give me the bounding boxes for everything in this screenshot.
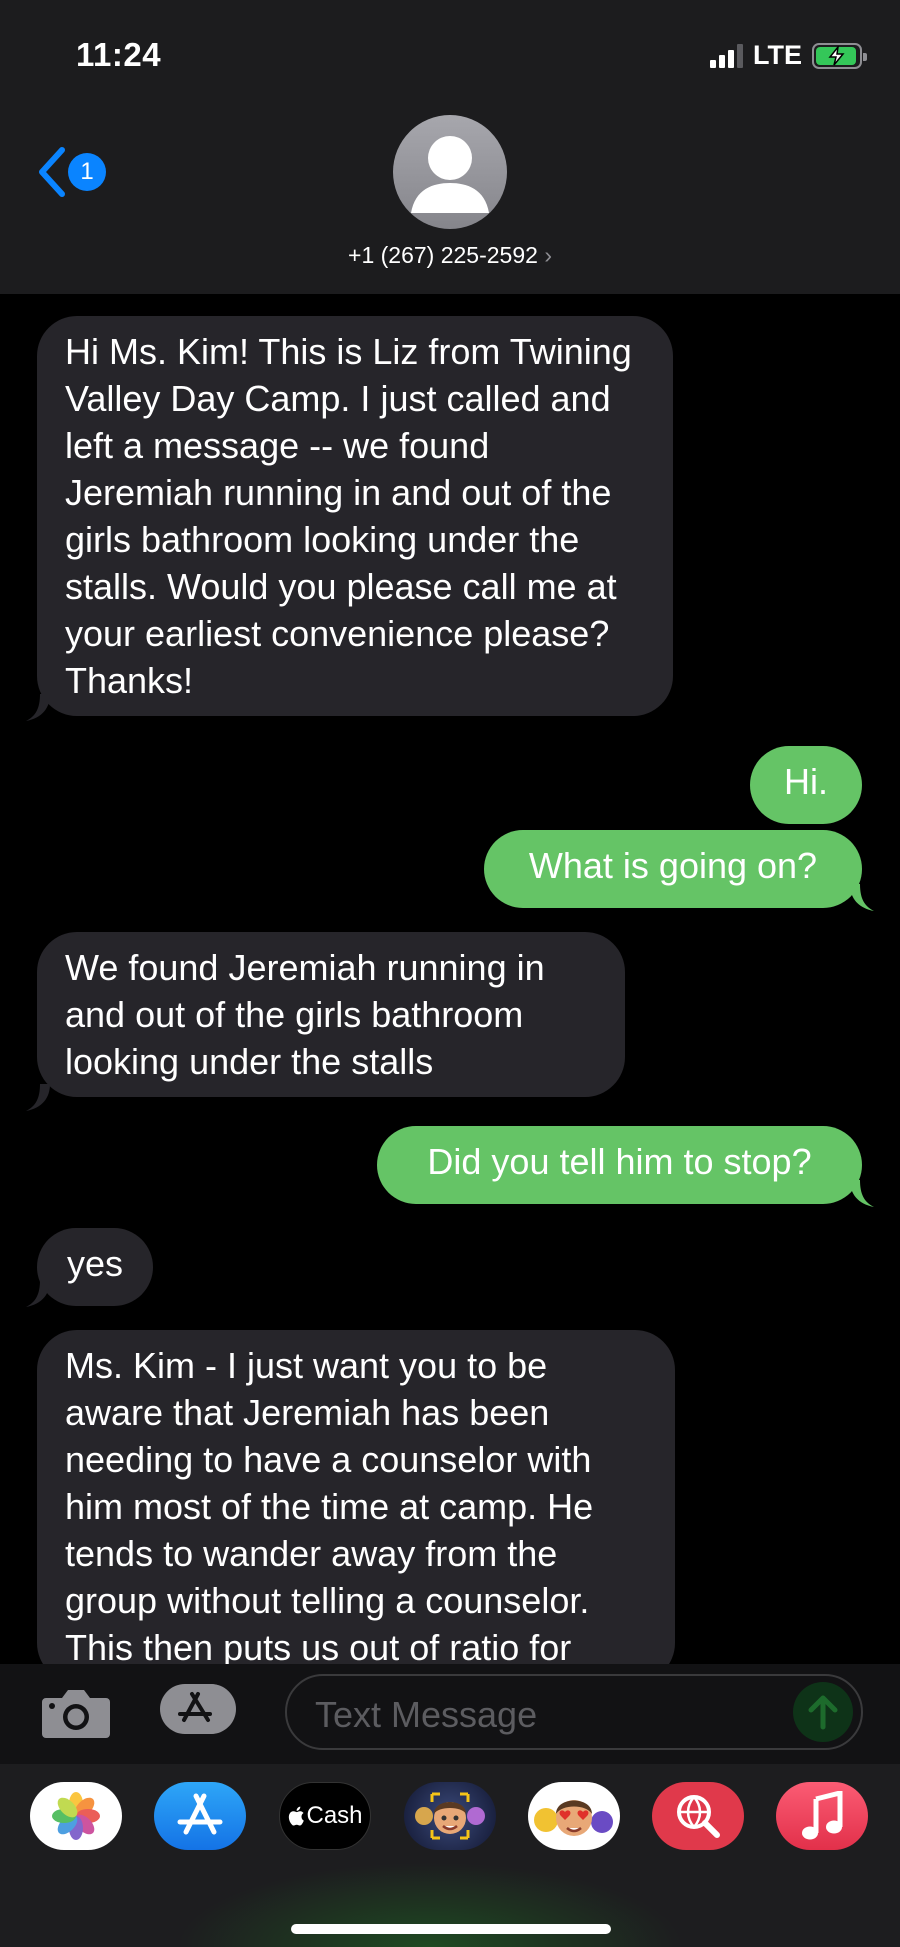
bubble-tail: [26, 694, 50, 721]
imessage-app-drawer: Cash: [0, 1764, 900, 1947]
contact-details-button[interactable]: +1 (267) 225-2592 ›: [0, 242, 900, 269]
bubble-tail: [850, 884, 874, 911]
bubble-tail: [26, 1280, 50, 1307]
contact-name: +1 (267) 225-2592: [348, 242, 538, 268]
photos-app-button[interactable]: [30, 1782, 122, 1850]
incoming-message[interactable]: We found Jeremiah running in and out of …: [37, 932, 625, 1097]
person-icon: [411, 136, 489, 213]
back-button[interactable]: 1: [36, 146, 106, 198]
memoji-icon: [415, 1792, 485, 1840]
web-search-icon: [677, 1795, 720, 1838]
memoji-stickers-icon: [534, 1800, 613, 1836]
battery-charging-icon: [812, 42, 867, 69]
message-thread[interactable]: Hi Ms. Kim! This is Liz from Twining Val…: [0, 294, 900, 1664]
status-indicators: LTE: [710, 40, 867, 71]
message-input[interactable]: Text Message: [285, 1674, 863, 1750]
apps-button[interactable]: [158, 1682, 248, 1736]
apple-cash-label: Cash: [306, 1802, 363, 1829]
outgoing-message[interactable]: What is going on?: [484, 830, 862, 908]
bubble-tail: [26, 1084, 50, 1111]
app-store-app-button[interactable]: [154, 1782, 246, 1850]
photos-icon: [52, 1792, 100, 1840]
outgoing-message[interactable]: Did you tell him to stop?: [377, 1126, 862, 1204]
apple-logo-icon: [289, 1806, 305, 1826]
conversation-header: 11:24 LTE 1 +1 (267) 225-2592 ›: [0, 0, 900, 294]
memoji-stickers-app-button[interactable]: [528, 1782, 620, 1850]
camera-icon: [42, 1690, 110, 1738]
unread-badge: 1: [68, 153, 106, 191]
camera-button[interactable]: [40, 1684, 112, 1745]
network-type: LTE: [753, 40, 802, 70]
chevron-right-icon: ›: [544, 242, 552, 268]
send-button[interactable]: [793, 1682, 853, 1742]
contact-avatar[interactable]: [393, 115, 507, 229]
app-store-icon: [177, 1793, 223, 1835]
outgoing-message[interactable]: Hi.: [750, 746, 862, 824]
arrow-up-icon: [808, 1695, 838, 1730]
bubble-tail: [850, 1180, 874, 1207]
incoming-message[interactable]: Ms. Kim - I just want you to be aware th…: [37, 1330, 675, 1664]
incoming-message[interactable]: yes: [37, 1228, 153, 1306]
music-icon: [802, 1791, 843, 1840]
message-composer: Text Message: [0, 1664, 900, 1764]
incoming-message[interactable]: Hi Ms. Kim! This is Liz from Twining Val…: [37, 316, 673, 716]
music-app-button[interactable]: [776, 1782, 868, 1850]
web-images-app-button[interactable]: [652, 1782, 744, 1850]
cellular-signal-icon: [710, 43, 743, 68]
app-store-icon: [160, 1684, 236, 1734]
home-indicator[interactable]: [291, 1924, 611, 1934]
apple-cash-app-button[interactable]: Cash: [279, 1782, 371, 1850]
status-time: 11:24: [76, 36, 162, 73]
memoji-app-button[interactable]: [404, 1782, 496, 1850]
message-placeholder: Text Message: [315, 1694, 538, 1735]
chevron-left-icon: [39, 147, 65, 197]
